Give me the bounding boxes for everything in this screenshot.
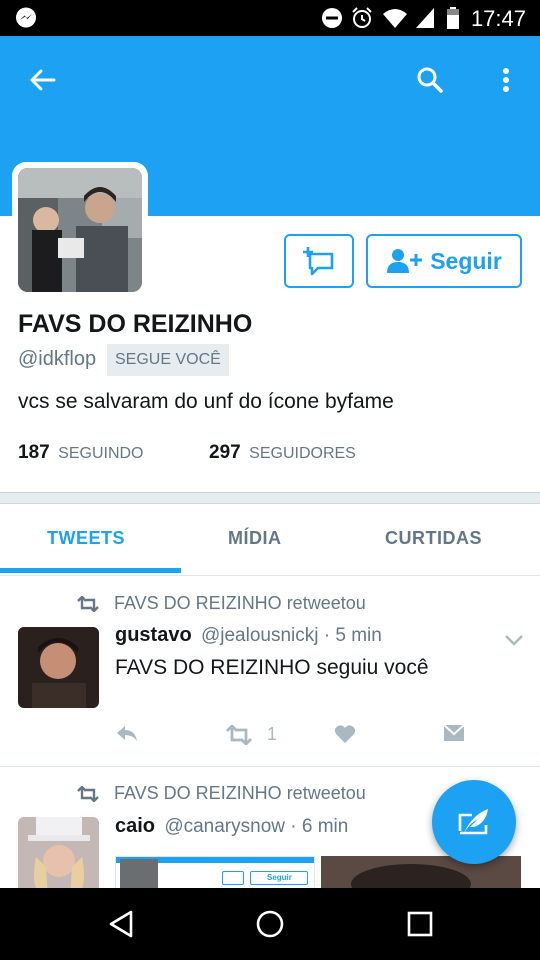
compose-tweet-button[interactable] xyxy=(432,780,516,864)
nav-home-button[interactable] xyxy=(252,906,288,942)
tweet-author-handle: @canarysnow · 6 min xyxy=(164,816,349,837)
reply-button[interactable] xyxy=(115,724,139,742)
more-vert-icon xyxy=(503,68,509,92)
retweet-button[interactable]: 1 xyxy=(225,724,277,745)
search-icon xyxy=(417,67,443,93)
retweet-icon xyxy=(77,595,99,612)
tweet-text: FAVS DO REIZINHO seguiu você xyxy=(115,656,429,679)
embedded-follow-button: Seguir xyxy=(250,871,308,885)
tab-tweets[interactable]: TWEETS xyxy=(47,528,125,549)
messenger-icon xyxy=(16,7,36,28)
retweet-context: FAVS DO REIZINHO retweetou xyxy=(76,783,366,804)
followers-count: 297 xyxy=(209,442,241,463)
circle-home-icon xyxy=(256,910,284,938)
tweet-header: caio @canarysnow · 6 min xyxy=(115,815,348,838)
direct-message-share-button[interactable] xyxy=(443,724,465,742)
arrow-back-icon xyxy=(30,69,56,91)
screen: 17:47 Seguir FAVS DO REIZINHO @idkflop S… xyxy=(0,0,540,960)
battery-icon xyxy=(447,7,459,29)
tweet-author-handle: @jealousnickj · 5 min xyxy=(200,625,382,646)
more-options-button[interactable] xyxy=(486,60,526,100)
retweet-icon xyxy=(77,785,99,802)
tweet-media-thumbnail[interactable]: Seguir xyxy=(115,856,315,888)
nav-back-button[interactable] xyxy=(103,906,139,942)
followers-stat[interactable]: 297 SEGUIDORES xyxy=(209,442,356,464)
chevron-down-icon[interactable] xyxy=(504,634,524,646)
profile-photo xyxy=(18,168,142,292)
do-not-disturb-icon xyxy=(322,8,342,28)
retweet-context: FAVS DO REIZINHO retweetou xyxy=(76,593,366,614)
search-button[interactable] xyxy=(410,60,450,100)
alarm-icon xyxy=(352,7,372,28)
retweet-icon xyxy=(226,724,252,745)
envelope-icon xyxy=(443,724,465,741)
follows-you-badge: SEGUE VOCÊ xyxy=(107,344,229,376)
add-person-icon xyxy=(387,249,423,273)
tweet-media-thumbnail[interactable] xyxy=(321,856,521,888)
direct-message-button[interactable] xyxy=(284,234,354,288)
status-time: 17:47 xyxy=(470,6,526,31)
profile-bio: vcs se salvaram do unf do ícone byfame xyxy=(18,390,394,413)
tweet-header: gustavo @jealousnickj · 5 min xyxy=(115,624,382,647)
tweet-author-name[interactable]: gustavo xyxy=(115,624,192,646)
android-nav-bar xyxy=(0,888,540,960)
follow-button-label: Seguir xyxy=(430,247,502,274)
square-recents-icon xyxy=(407,911,433,937)
tweet-actions: 1 xyxy=(115,724,475,754)
status-bar: 17:47 xyxy=(0,0,540,36)
nav-recents-button[interactable] xyxy=(402,906,438,942)
profile-name: FAVS DO REIZINHO xyxy=(18,310,253,338)
heart-icon xyxy=(334,725,356,743)
retweet-count: 1 xyxy=(267,724,278,744)
wifi-icon xyxy=(383,9,407,28)
section-divider xyxy=(0,492,540,504)
followers-label: SEGUIDORES xyxy=(249,445,356,462)
following-count: 187 xyxy=(18,442,50,463)
profile-handle: @idkflop xyxy=(18,348,97,370)
message-plus-icon xyxy=(303,247,334,276)
tweet[interactable]: FAVS DO REIZINHO retweetou gustavo @jeal… xyxy=(0,576,540,766)
tab-media[interactable]: MÍDIA xyxy=(228,528,282,549)
tab-likes[interactable]: CURTIDAS xyxy=(385,528,482,549)
compose-feather-icon xyxy=(458,809,488,835)
retweet-label: FAVS DO REIZINHO retweetou xyxy=(114,783,366,803)
profile-avatar[interactable] xyxy=(12,162,148,298)
profile-tabs: TWEETS MÍDIA CURTIDAS xyxy=(0,504,540,576)
signal-icon xyxy=(416,8,434,28)
tweet-author-avatar[interactable] xyxy=(18,817,99,888)
back-button[interactable] xyxy=(22,60,62,100)
active-tab-indicator xyxy=(0,568,181,573)
retweet-label: FAVS DO REIZINHO retweetou xyxy=(114,593,366,613)
tweet-author-avatar[interactable] xyxy=(18,627,99,708)
following-label: SEGUINDO xyxy=(58,445,144,462)
reply-icon xyxy=(117,726,137,741)
following-stat[interactable]: 187 SEGUINDO xyxy=(18,442,144,464)
follow-button[interactable]: Seguir xyxy=(366,234,522,288)
triangle-back-icon xyxy=(109,910,133,938)
tweet-author-name[interactable]: caio xyxy=(115,815,155,837)
like-button[interactable] xyxy=(334,724,356,744)
